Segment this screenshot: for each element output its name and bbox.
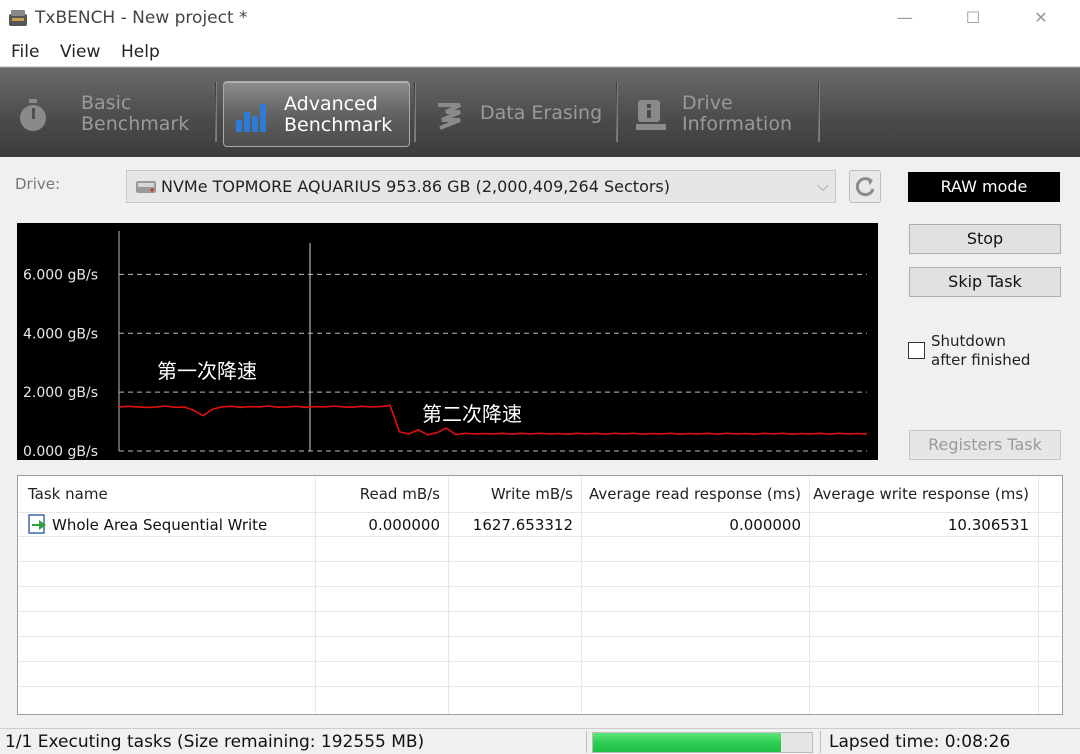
window-title: TxBENCH - New project *: [35, 8, 248, 28]
refresh-icon: [855, 177, 875, 197]
stopwatch-icon: [20, 99, 46, 131]
status-divider: [820, 731, 821, 753]
throughput-chart-svg: 6.000 gB/s 4.000 gB/s 2.000 gB/s 0.000 gB/s…: [23, 231, 868, 460]
task-progress-fill: [593, 733, 782, 752]
skip-task-button[interactable]: Skip Task: [909, 267, 1061, 297]
status-divider: [586, 731, 587, 753]
annotation-second-slowdown: 第二次降速: [422, 402, 522, 426]
tab-drive-information-label: Drive Information: [682, 92, 792, 135]
tab-advanced-benchmark[interactable]: Advanced Benchmark: [223, 81, 410, 147]
tab-drive-information[interactable]: Drive Information: [624, 81, 814, 147]
raw-mode-indicator: RAW mode: [908, 172, 1060, 202]
task-table: Task name Read mB/s Write mB/s Average r…: [17, 475, 1063, 715]
tab-divider: [616, 82, 618, 142]
drive-info-icon: [636, 100, 666, 130]
shutdown-checkbox[interactable]: [908, 342, 925, 359]
throughput-chart: 6.000 gB/s 4.000 gB/s 2.000 gB/s 0.000 gB/s…: [17, 223, 878, 460]
row-divider: [18, 636, 1062, 637]
tab-advanced-benchmark-label: Advanced Benchmark: [284, 93, 393, 136]
tab-data-erasing[interactable]: Data Erasing: [422, 81, 612, 147]
y-tick-label: 6.000 gB/s: [23, 267, 98, 283]
drive-select[interactable]: NVMe TOPMORE AQUARIUS 953.86 GB (2,000,4…: [126, 170, 836, 203]
tab-basic-benchmark[interactable]: Basic Benchmark: [6, 81, 211, 147]
task-progress-bar: [592, 732, 813, 753]
shutdown-checkbox-label: Shutdown after finished: [931, 332, 1031, 369]
annotation-first-slowdown: 第一次降速: [157, 359, 257, 383]
column-header-write[interactable]: Write mB/s: [449, 476, 573, 512]
drive-select-value: NVMe TOPMORE AQUARIUS 953.86 GB (2,000,4…: [161, 177, 671, 196]
minimize-button[interactable]: —: [882, 4, 928, 34]
row-divider: [18, 686, 1062, 687]
app-icon: [9, 10, 27, 26]
mode-tab-strip: Basic Benchmark Advanced Benchmark Data …: [0, 67, 1080, 157]
row-divider: [18, 536, 1062, 537]
lapsed-time: Lapsed time: 0:08:26: [829, 732, 1011, 752]
write-cell: 1627.653312: [472, 516, 573, 534]
avg-read-response-cell: 0.000000: [729, 516, 801, 534]
refresh-drives-button[interactable]: [849, 170, 881, 203]
row-divider: [18, 586, 1062, 587]
tab-divider: [818, 82, 820, 142]
menu-bar: File View Help: [0, 38, 1080, 67]
maximize-button[interactable]: ☐: [950, 4, 996, 34]
read-cell: 0.000000: [368, 516, 440, 534]
chevron-down-icon: ⌵: [816, 176, 829, 195]
avg-write-response-cell: 10.306531: [947, 516, 1029, 534]
task-name-cell: Whole Area Sequential Write: [52, 516, 268, 534]
tab-divider: [215, 82, 217, 142]
column-header-avg-read-response[interactable]: Average read response (ms): [582, 476, 801, 512]
column-header-avg-write-response[interactable]: Average write response (ms): [810, 476, 1029, 512]
drive-label: Drive:: [15, 175, 61, 193]
menu-view[interactable]: View: [60, 42, 100, 62]
y-tick-label: 0.000 gB/s: [23, 444, 98, 460]
tab-data-erasing-label: Data Erasing: [480, 102, 603, 124]
status-bar: 1/1 Executing tasks (Size remaining: 192…: [0, 728, 1080, 754]
row-divider: [18, 561, 1062, 562]
stop-button[interactable]: Stop: [909, 224, 1061, 254]
row-divider: [18, 661, 1062, 662]
close-button[interactable]: ✕: [1018, 4, 1064, 34]
column-header-read[interactable]: Read mB/s: [316, 476, 440, 512]
tab-basic-benchmark-label: Basic Benchmark: [81, 92, 190, 135]
y-tick-label: 2.000 gB/s: [23, 385, 98, 401]
status-text: 1/1 Executing tasks (Size remaining: 192…: [5, 732, 425, 752]
eraser-icon: [438, 103, 461, 130]
registers-task-button[interactable]: Registers Task: [909, 430, 1061, 460]
column-header-task-name[interactable]: Task name: [28, 476, 108, 512]
hard-drive-icon: [136, 181, 156, 193]
tab-divider: [414, 82, 416, 142]
menu-file[interactable]: File: [11, 42, 39, 62]
row-divider: [18, 512, 1062, 513]
y-tick-label: 4.000 gB/s: [23, 326, 98, 342]
row-divider: [18, 611, 1062, 612]
title-bar: TxBENCH - New project * — ☐ ✕: [0, 0, 1080, 38]
bar-chart-icon: [236, 104, 266, 132]
menu-help[interactable]: Help: [121, 42, 160, 62]
task-write-icon: [28, 514, 46, 534]
